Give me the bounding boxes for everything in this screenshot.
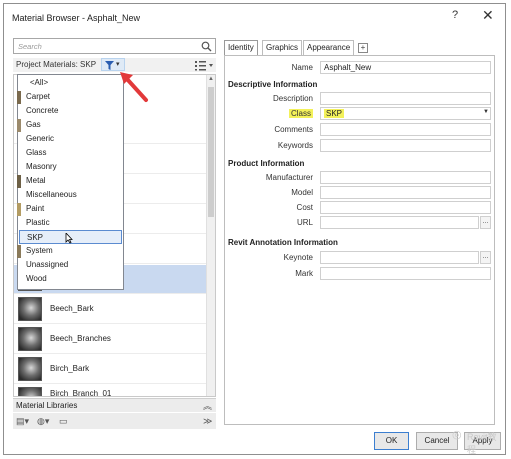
- help-button[interactable]: ?: [452, 9, 458, 21]
- cost-field[interactable]: [320, 201, 491, 214]
- material-thumbnail: [18, 357, 42, 381]
- manufacturer-label: Manufacturer: [265, 173, 313, 182]
- class-label: Class: [288, 109, 313, 118]
- filter-option[interactable]: Plastic: [19, 216, 122, 230]
- red-arrow-annotation-icon: [120, 72, 148, 102]
- filter-option[interactable]: Masonry: [19, 160, 122, 174]
- mouse-cursor-icon: [65, 233, 73, 244]
- search-input[interactable]: Search: [18, 42, 42, 51]
- filter-option[interactable]: Wood: [19, 272, 122, 286]
- keywords-field[interactable]: [320, 139, 491, 152]
- class-label-wrap: Class: [225, 109, 313, 118]
- watermark-logo-icon: ◎: [452, 429, 462, 441]
- keywords-label: Keywords: [277, 141, 313, 150]
- material-name: Birch_Branch_01: [50, 389, 112, 397]
- material-swatch: [17, 91, 21, 104]
- product-information-header: Product Information: [228, 159, 305, 168]
- cost-label: Cost: [296, 203, 313, 212]
- material-name: Beech_Bark: [50, 304, 94, 313]
- project-materials-header: Project Materials: SKP ▾: [13, 58, 216, 72]
- comments-label: Comments: [274, 125, 313, 134]
- filter-option[interactable]: Paint: [19, 202, 122, 216]
- filter-option[interactable]: System: [19, 244, 122, 258]
- filter-option[interactable]: Glass: [19, 146, 122, 160]
- revit-annotation-header: Revit Annotation Information: [228, 238, 338, 247]
- url-field[interactable]: [320, 216, 479, 229]
- properties-panel: Identity Graphics Appearance + Name Asph…: [224, 40, 495, 425]
- library-toolbar: ▤▾ ◍▾ ▭ ≫: [13, 413, 216, 429]
- url-label: URL: [296, 218, 313, 227]
- scroll-up-icon[interactable]: ▲: [208, 76, 214, 82]
- search-box[interactable]: Search: [13, 38, 216, 54]
- title-bar: Material Browser - Asphalt_New ? ✕: [4, 4, 505, 30]
- chevron-down-icon[interactable]: ▼: [483, 109, 489, 115]
- close-button[interactable]: ✕: [482, 7, 494, 24]
- model-label: Model: [291, 188, 313, 197]
- list-view-icon[interactable]: [194, 59, 214, 71]
- url-browse-button[interactable]: ...: [480, 216, 491, 229]
- watermark-text: Revit教程: [467, 432, 497, 455]
- mark-field[interactable]: [320, 267, 491, 280]
- filter-option-all[interactable]: <All>: [19, 76, 59, 90]
- name-label: Name: [291, 63, 313, 72]
- filter-option[interactable]: Concrete: [19, 104, 122, 118]
- keynote-browse-button[interactable]: ...: [480, 251, 491, 264]
- search-icon[interactable]: [201, 41, 212, 52]
- keynote-field[interactable]: [320, 251, 479, 264]
- list-item[interactable]: Birch_Bark: [14, 355, 208, 384]
- descriptive-information-header: Descriptive Information: [228, 80, 318, 89]
- funnel-icon: [105, 61, 114, 70]
- chevron-down-icon: ▾: [116, 61, 120, 68]
- material-libraries-bar[interactable]: Material Libraries ︽: [13, 398, 216, 412]
- comments-field[interactable]: [320, 123, 491, 136]
- material-libraries-label: Material Libraries: [16, 401, 78, 410]
- class-select[interactable]: SKP ▼: [320, 107, 491, 120]
- list-item[interactable]: Beech_Bark: [14, 295, 208, 324]
- filter-option[interactable]: Unassigned: [19, 258, 122, 272]
- tab-identity[interactable]: Identity: [224, 40, 258, 55]
- material-name: Beech_Branches: [50, 334, 111, 343]
- collapse-up-icon[interactable]: ︽: [203, 399, 212, 412]
- project-materials-label: Project Materials: SKP: [16, 60, 97, 69]
- material-swatch: [17, 245, 21, 258]
- description-label: Description: [272, 94, 313, 103]
- manufacturer-field[interactable]: [320, 171, 491, 184]
- class-value: SKP: [324, 109, 345, 118]
- material-swatch: [17, 119, 21, 132]
- filter-dropdown-menu: <All> Carpet Concrete Gas Generic Glass …: [17, 74, 124, 290]
- mark-label: Mark: [295, 269, 313, 278]
- collapse-left-icon[interactable]: ≫: [203, 416, 212, 427]
- material-browser-window: Material Browser - Asphalt_New ? ✕ Searc…: [3, 3, 506, 455]
- material-name: Birch_Bark: [50, 364, 90, 373]
- filter-option[interactable]: Gas: [19, 118, 122, 132]
- create-material-icon[interactable]: ◍▾: [37, 416, 49, 427]
- name-field[interactable]: Asphalt_New: [320, 61, 491, 74]
- material-swatch: [17, 175, 21, 188]
- window-title: Material Browser - Asphalt_New: [12, 13, 141, 23]
- open-library-icon[interactable]: ▤▾: [16, 416, 29, 427]
- identity-tab-content: Name Asphalt_New Descriptive Information…: [224, 55, 495, 425]
- description-field[interactable]: [320, 92, 491, 105]
- ok-button[interactable]: OK: [374, 432, 409, 450]
- filter-option[interactable]: Miscellaneous: [19, 188, 122, 202]
- material-thumbnail: [18, 387, 42, 396]
- scrollbar-thumb[interactable]: [208, 87, 214, 217]
- filter-option[interactable]: Carpet: [19, 90, 122, 104]
- tab-graphics[interactable]: Graphics: [262, 40, 303, 55]
- filter-option[interactable]: Metal: [19, 174, 122, 188]
- filter-option[interactable]: Generic: [19, 132, 122, 146]
- library-panel-icon[interactable]: ▭: [59, 416, 68, 427]
- material-thumbnail: [18, 327, 42, 351]
- tab-appearance[interactable]: Appearance: [303, 40, 355, 55]
- scrollbar[interactable]: ▲: [206, 75, 215, 396]
- model-field[interactable]: [320, 186, 491, 199]
- add-tab-button[interactable]: +: [358, 43, 368, 53]
- list-item[interactable]: Beech_Branches: [14, 325, 208, 354]
- keynote-label: Keynote: [283, 253, 313, 262]
- list-item[interactable]: Birch_Branch_01: [14, 385, 208, 397]
- material-swatch: [17, 203, 21, 216]
- material-thumbnail: [18, 297, 42, 321]
